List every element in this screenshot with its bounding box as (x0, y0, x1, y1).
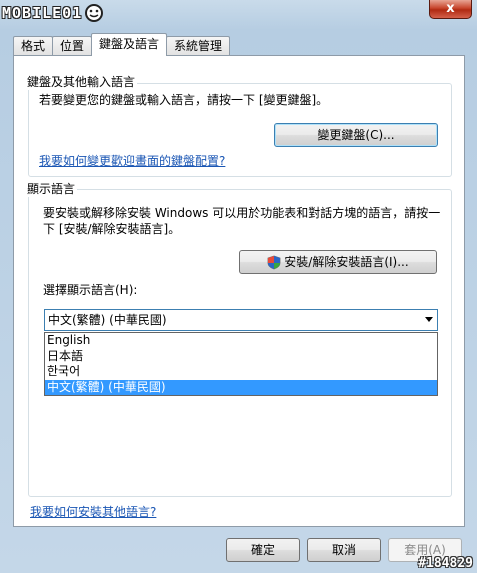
display-language-dropdown: English 日本語 한국어 中文(繁體) (中華民國) (44, 332, 438, 396)
site-logo: MOBILE01 (2, 2, 128, 24)
change-keyboards-button[interactable]: 變更鍵盤(C)... (274, 123, 438, 147)
keyboard-description: 若要變更您的鍵盤或輸入語言，請按一下 [變更鍵盤]。 (39, 93, 329, 107)
cancel-button[interactable]: 取消 (307, 538, 381, 562)
chevron-down-icon[interactable] (425, 317, 433, 322)
watermark: #184829 (418, 556, 473, 571)
tab-panel: 鍵盤及其他輸入語言 若要變更您的鍵盤或輸入語言，請按一下 [變更鍵盤]。 變更鍵… (13, 55, 465, 527)
tab-administrative[interactable]: 系統管理 (166, 36, 231, 56)
display-language-group-title: 顯示語言 (25, 180, 78, 197)
change-keyboards-label: 變更鍵盤(C)... (317, 127, 395, 142)
tab-format[interactable]: 格式 (13, 36, 54, 56)
install-uninstall-languages-button[interactable]: 安裝/解除安裝語言(I)... (239, 250, 437, 274)
display-description-line1: 要安裝或解移除安裝 Windows 可以用於功能表和對話方塊的語言，請按一 (43, 206, 441, 220)
ok-button[interactable]: 確定 (226, 538, 300, 562)
logo-face-icon (85, 4, 104, 22)
ok-label: 確定 (250, 542, 275, 557)
tab-keyboards-languages[interactable]: 鍵盤及語言 (91, 33, 168, 56)
display-description-line2: 下 [安裝/解除安裝語言]。 (43, 222, 181, 236)
language-option-japanese[interactable]: 日本語 (45, 349, 437, 365)
language-option-chinese-traditional[interactable]: 中文(繁體) (中華民國) (45, 379, 437, 395)
logo-text: MOBILE01 (2, 4, 83, 22)
close-button[interactable]: x (429, 0, 472, 19)
language-option-korean[interactable]: 한국어 (45, 364, 437, 380)
keyboard-group-title: 鍵盤及其他輸入語言 (25, 73, 138, 90)
display-language-label: 選擇顯示語言(H): (43, 283, 138, 297)
display-language-selected: 中文(繁體) (中華民國) (48, 313, 167, 327)
install-uninstall-label: 安裝/解除安裝語言(I)... (284, 254, 409, 269)
tab-strip: 格式 位置 鍵盤及語言 系統管理 (13, 33, 231, 56)
close-icon: x (446, 1, 455, 16)
language-option-english[interactable]: English (45, 333, 437, 349)
welcome-keyboard-link[interactable]: 我要如何變更歡迎畫面的鍵盤配置? (39, 152, 225, 169)
uac-shield-icon (267, 255, 281, 269)
display-language-select[interactable]: 中文(繁體) (中華民國) (44, 309, 438, 331)
install-more-languages-link[interactable]: 我要如何安裝其他語言? (30, 503, 156, 520)
cancel-label: 取消 (331, 542, 356, 557)
tab-location[interactable]: 位置 (52, 36, 93, 56)
